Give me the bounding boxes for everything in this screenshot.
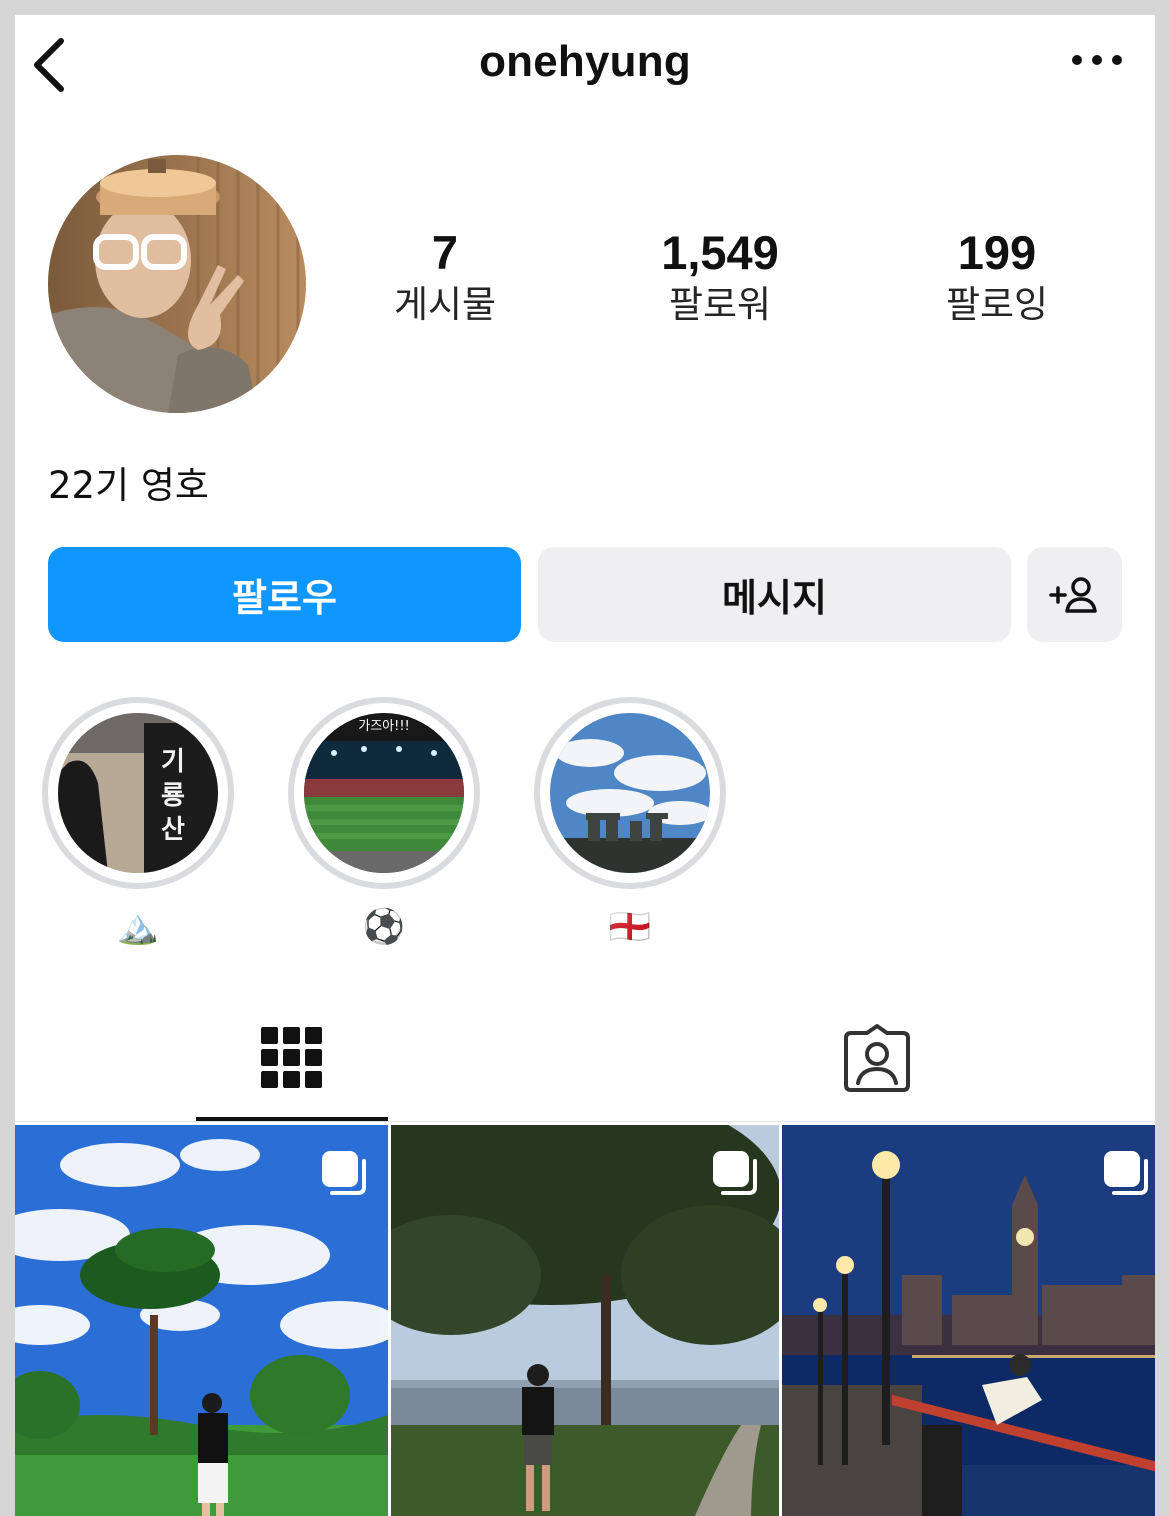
grid-icon (261, 1027, 323, 1089)
post-thumbnail[interactable] (782, 1125, 1155, 1516)
profile-screen: onehyung 7 게시물 1,549 팔로워 199 팔로잉 22기 영호 … (15, 15, 1155, 1516)
add-person-icon (1048, 575, 1101, 615)
tagged-person-icon (843, 1023, 911, 1093)
tab-tagged[interactable] (585, 1015, 1155, 1125)
posts-label: 게시물 (393, 283, 497, 326)
stat-following[interactable]: 199 팔로잉 (877, 225, 1117, 329)
following-count: 199 (957, 226, 1037, 279)
stat-followers[interactable]: 1,549 팔로워 (600, 225, 840, 329)
followers-count: 1,549 (661, 226, 779, 279)
highlight-cover-stonehenge (550, 713, 710, 873)
highlight-cover-text: 가즈아!!! (358, 719, 410, 734)
avatar[interactable] (48, 155, 306, 413)
message-button-label: 메시지 (722, 576, 827, 620)
post-thumbnail[interactable] (15, 1125, 388, 1516)
highlight-label: ⚽ (362, 907, 406, 947)
carousel-icon (709, 1147, 761, 1199)
highlight-cover-stadium (304, 713, 464, 873)
stat-posts[interactable]: 7 게시물 (325, 225, 565, 329)
follow-button-label: 팔로우 (232, 576, 337, 620)
highlight-cover-mountain (58, 713, 218, 873)
followers-label: 팔로워 (668, 283, 772, 326)
highlight-label: 🏔️ (116, 907, 160, 947)
ellipsis-icon[interactable] (1067, 45, 1127, 75)
follow-button[interactable]: 팔로우 (48, 547, 521, 642)
post-thumbnail[interactable] (391, 1125, 779, 1516)
highlight-label: 🏴󠁧󠁢󠁥󠁮󠁧󠁿 (608, 907, 652, 947)
following-label: 팔로잉 (945, 283, 1049, 326)
posts-count: 7 (431, 226, 459, 279)
suggested-users-button[interactable] (1027, 547, 1122, 642)
top-bar: onehyung (15, 15, 1155, 110)
tab-divider (15, 1121, 1155, 1122)
highlight-cover-text: 기룡산 (161, 747, 185, 845)
post-grid (15, 1125, 1155, 1516)
carousel-icon (1100, 1147, 1152, 1199)
tab-grid[interactable] (15, 1015, 585, 1125)
message-button[interactable]: 메시지 (538, 547, 1011, 642)
profile-bio: 22기 영호 (48, 464, 209, 507)
profile-username: onehyung (479, 37, 691, 86)
carousel-icon (318, 1147, 370, 1199)
